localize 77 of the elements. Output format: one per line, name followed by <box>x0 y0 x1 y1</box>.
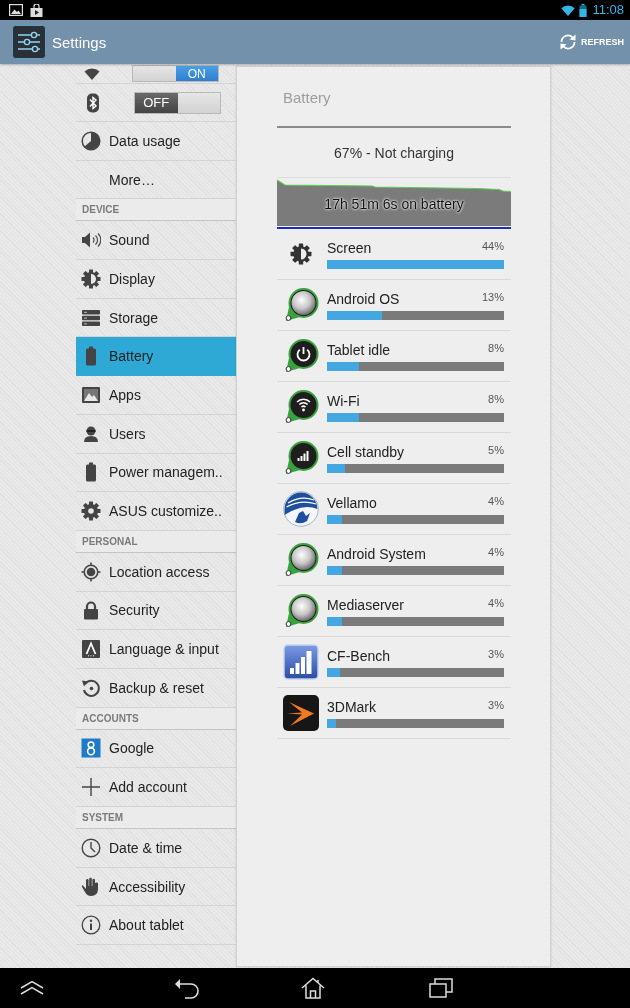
sidebar-item[interactable]: Security <box>76 591 236 631</box>
panel-title: Battery <box>282 88 332 108</box>
app-name: Wi-Fi <box>327 392 360 410</box>
gear-icon <box>81 501 101 522</box>
disc-pin-icon <box>283 542 319 578</box>
bar-chart-icon <box>283 644 319 680</box>
usage-percent: 4% <box>488 494 504 508</box>
chevron-logo-icon <box>283 695 319 731</box>
app-name: Screen <box>327 239 372 257</box>
battery-level-icon <box>579 3 588 17</box>
refresh-icon <box>559 33 577 51</box>
sidebar-item[interactable]: ASUS customize.. <box>76 492 236 531</box>
app-name: Tablet idle <box>327 341 391 359</box>
back-icon[interactable] <box>174 977 200 999</box>
wifi-icon <box>84 67 100 80</box>
usage-percent: 3% <box>488 698 504 712</box>
app-name: Mediaserver <box>327 596 405 614</box>
plus-icon <box>81 777 101 798</box>
sidebar-item[interactable]: Google <box>76 729 236 769</box>
clock-time: 11:08 <box>592 2 624 18</box>
usage-percent: 8% <box>488 392 504 406</box>
chevron-up-icon[interactable] <box>20 980 44 996</box>
lock-icon <box>81 600 101 621</box>
disc-pin-icon <box>283 287 319 323</box>
section-header: ACCOUNTS <box>76 707 236 730</box>
section-header: SYSTEM <box>76 807 236 829</box>
brightness-icon <box>290 243 312 265</box>
usage-percent: 44% <box>481 239 504 253</box>
recents-icon[interactable] <box>429 978 453 998</box>
picture-icon[interactable] <box>9 4 23 16</box>
section-header: PERSONAL <box>76 530 236 553</box>
language-icon <box>81 639 101 660</box>
hand-icon <box>81 876 101 897</box>
usage-percent: 3% <box>488 647 504 661</box>
usage-percent: 4% <box>488 545 504 559</box>
info-icon <box>81 915 101 936</box>
picture-frame-icon <box>81 384 101 405</box>
account-icon <box>81 738 101 759</box>
wifi-signal-icon <box>561 4 576 16</box>
home-icon[interactable] <box>301 977 325 999</box>
app-name: 3DMark <box>327 698 376 716</box>
usage-percent: 4% <box>488 596 504 610</box>
crosshair-icon <box>81 561 101 582</box>
app-name: Vellamo <box>327 494 377 512</box>
signal-bars-icon <box>283 440 319 476</box>
sidebar-item[interactable]: OFF <box>76 84 236 122</box>
sidebar-item[interactable]: ON <box>76 64 236 84</box>
storage-icon <box>81 307 101 328</box>
toggle-switch[interactable]: ON <box>132 65 219 82</box>
sidebar-item[interactable]: Apps <box>76 376 236 415</box>
sliders-icon[interactable] <box>12 25 46 59</box>
section-header: DEVICE <box>76 199 236 222</box>
wifi-icon <box>283 389 319 425</box>
usage-percent: 5% <box>488 443 504 457</box>
power-icon <box>283 338 319 374</box>
usage-percent: 8% <box>488 341 504 355</box>
brightness-icon <box>81 268 101 289</box>
app-name: Android System <box>327 545 426 563</box>
app-name: CF-Bench <box>327 647 391 665</box>
app-title: Settings <box>52 33 107 51</box>
sidebar-item[interactable]: Battery <box>76 337 236 377</box>
sidebar-item[interactable]: Display <box>76 260 236 299</box>
sidebar-item[interactable]: Accessibility <box>76 867 236 907</box>
toggle-switch[interactable]: OFF <box>134 91 221 114</box>
restore-icon <box>81 677 101 698</box>
pie-chart-icon <box>81 130 101 151</box>
clock-icon <box>81 837 101 858</box>
time-on-battery: 17h 51m 6s on battery <box>324 195 464 213</box>
shopping-bag-icon[interactable] <box>30 3 43 17</box>
usage-percent: 13% <box>481 290 504 304</box>
sidebar-item[interactable]: Language & input <box>76 630 236 669</box>
sidebar-item[interactable]: Data usage <box>76 122 236 161</box>
swoosh-logo-icon <box>283 491 319 527</box>
app-name: Cell standby <box>327 443 405 461</box>
charge-status: 67% - Not charging <box>333 144 455 163</box>
app-name: Android OS <box>327 290 400 308</box>
disc-pin-icon <box>283 593 319 629</box>
